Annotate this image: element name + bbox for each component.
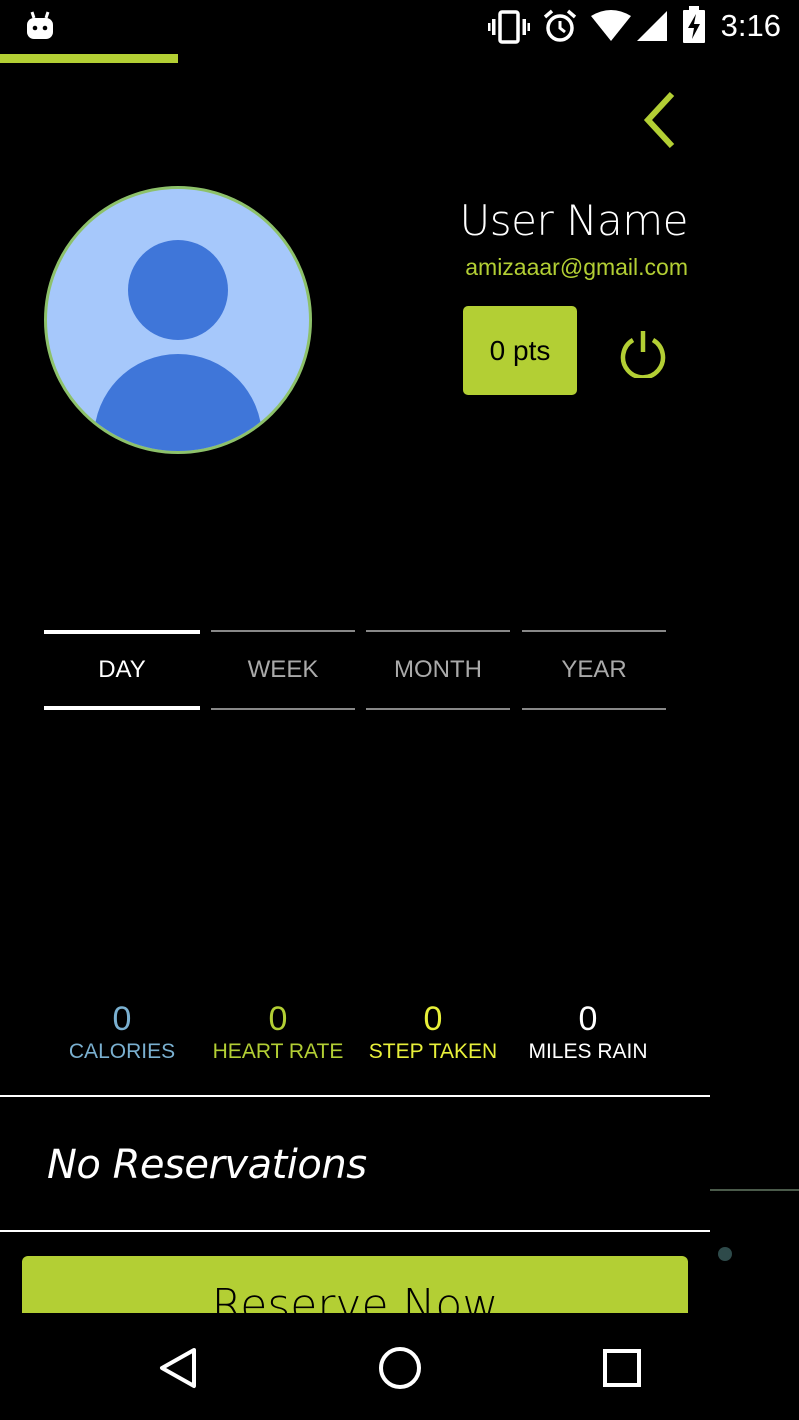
status-bar: 3:16 — [0, 0, 799, 56]
back-triangle-icon[interactable] — [148, 1343, 208, 1393]
points-label: 0 pts — [489, 334, 551, 366]
stat-heart-rate-value: 0 — [268, 1000, 288, 1038]
stat-miles-label: MILES RAIN — [528, 1040, 648, 1063]
avatar-head — [128, 240, 228, 340]
logout-button[interactable] — [617, 328, 669, 380]
reserve-now-label: Reserve Now — [211, 1280, 499, 1313]
tab-day[interactable]: DAY — [44, 630, 200, 710]
android-icon — [27, 11, 53, 39]
stat-miles-value: 0 — [578, 1000, 598, 1038]
system-nav-bar — [0, 1313, 799, 1420]
stat-miles: 0 MILES RAIN — [508, 1000, 668, 1064]
reserve-now-button[interactable]: Reserve Now — [22, 1256, 688, 1313]
tab-year[interactable]: YEAR — [522, 630, 666, 710]
no-reservations-text: No Reservations — [47, 1142, 367, 1188]
person-avatar-icon[interactable] — [44, 186, 312, 454]
points-button[interactable]: 0 pts — [463, 306, 577, 395]
stat-steps-taken-value: 0 — [423, 1000, 443, 1038]
back-button[interactable] — [636, 88, 688, 152]
stat-steps-taken-label: STEP TAKEN — [368, 1040, 498, 1063]
alarm-icon — [543, 9, 577, 42]
tab-month-label: MONTH — [394, 656, 482, 683]
user-email: amizaaar@gmail.com — [465, 254, 688, 280]
tab-day-label: DAY — [98, 656, 146, 683]
wifi-icon — [591, 10, 631, 41]
user-name: User Name — [459, 196, 689, 245]
stat-calories-label: CALORIES — [68, 1040, 176, 1063]
recents-square-icon[interactable] — [592, 1343, 652, 1393]
tab-week[interactable]: WEEK — [211, 630, 355, 710]
status-clock: 3:16 — [720, 8, 781, 43]
battery-charging-icon — [683, 6, 705, 43]
stat-calories: 0 CALORIES — [42, 1000, 202, 1064]
stat-heart-rate-label: HEART RATE — [212, 1040, 344, 1063]
avatar-body — [94, 354, 262, 451]
scroll-indicator-line — [710, 1189, 799, 1191]
signal-icon — [637, 11, 667, 41]
tab-month[interactable]: MONTH — [366, 630, 510, 710]
stat-steps-taken: 0 STEP TAKEN — [353, 1000, 513, 1064]
home-circle-icon[interactable] — [370, 1343, 430, 1393]
tab-year-label: YEAR — [561, 656, 627, 683]
power-icon — [620, 331, 666, 380]
divider — [0, 1095, 710, 1097]
tab-week-label: WEEK — [247, 656, 319, 683]
stat-calories-value: 0 — [112, 1000, 132, 1038]
chevron-left-icon — [643, 91, 675, 149]
divider — [0, 1230, 710, 1232]
vibrate-icon — [488, 10, 530, 44]
stat-heart-rate: 0 HEART RATE — [198, 1000, 358, 1064]
loading-progress-line — [0, 54, 178, 63]
reserve-button-container: Reserve Now — [0, 1256, 799, 1313]
